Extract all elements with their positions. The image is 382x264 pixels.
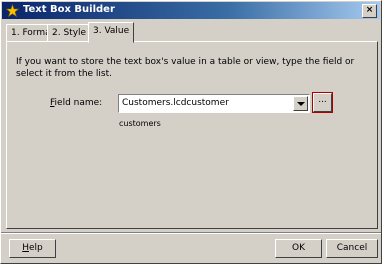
window-title: Text Box Builder <box>23 4 115 15</box>
separator-highlight <box>1 233 381 234</box>
cancel-button[interactable]: Cancel <box>326 239 378 258</box>
tab-value[interactable]: 3. Value <box>88 22 135 43</box>
field-name-label-text: ield name: <box>54 98 103 108</box>
panel-description: If you want to store the text box's valu… <box>16 57 355 79</box>
help-button-mnemonic: H <box>22 243 29 253</box>
dialog-window: Text Box Builder × 1. Format 2. Style 3.… <box>0 0 382 264</box>
title-bar[interactable]: Text Box Builder × <box>2 2 380 19</box>
field-hint: customers <box>119 119 161 128</box>
field-name-label: Field name: <box>50 98 103 108</box>
ok-button[interactable]: OK <box>275 239 322 258</box>
tab-style[interactable]: 2. Style <box>47 24 92 42</box>
browse-button[interactable]: ... <box>312 92 333 113</box>
close-button[interactable]: × <box>362 4 377 18</box>
wizard-star-icon <box>6 4 19 17</box>
dropdown-arrow-icon[interactable] <box>293 96 308 111</box>
help-button-rest: elp <box>29 243 43 253</box>
field-name-value: Customers.lcdcustomer <box>122 98 229 108</box>
field-name-combobox[interactable]: Customers.lcdcustomer <box>118 94 310 113</box>
help-button[interactable]: Help <box>9 239 56 258</box>
